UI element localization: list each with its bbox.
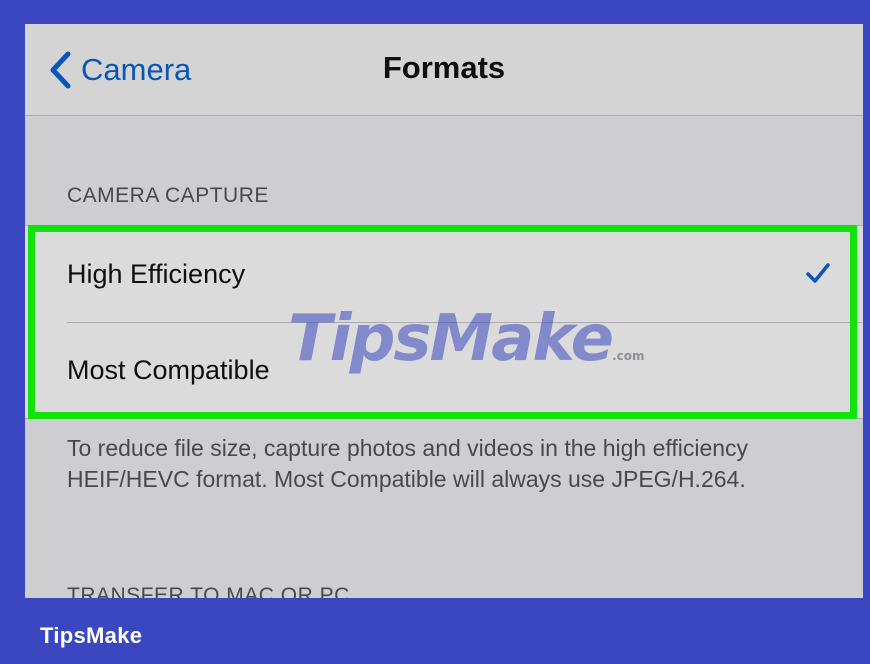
- camera-capture-footer: To reduce file size, capture photos and …: [67, 435, 749, 492]
- option-most-compatible[interactable]: Most Compatible: [25, 322, 863, 418]
- navigation-bar: Camera Formats: [25, 24, 863, 116]
- checkmark-icon: [805, 260, 831, 291]
- option-label: Most Compatible: [67, 354, 270, 385]
- camera-capture-options: High Efficiency Most Compatible: [25, 225, 863, 419]
- page-title: Formats: [382, 50, 506, 85]
- section-header-transfer: TRANSFER TO MAC OR PC: [67, 584, 350, 598]
- ios-settings-screen: Camera Formats CAMERA CAPTURE High Effic…: [25, 24, 863, 598]
- option-high-efficiency[interactable]: High Efficiency: [25, 226, 863, 322]
- brand-label: TipsMake: [40, 623, 143, 648]
- image-frame: Camera Formats CAMERA CAPTURE High Effic…: [0, 0, 870, 664]
- option-label: High Efficiency: [67, 258, 246, 289]
- section-header-camera-capture: CAMERA CAPTURE: [67, 184, 269, 207]
